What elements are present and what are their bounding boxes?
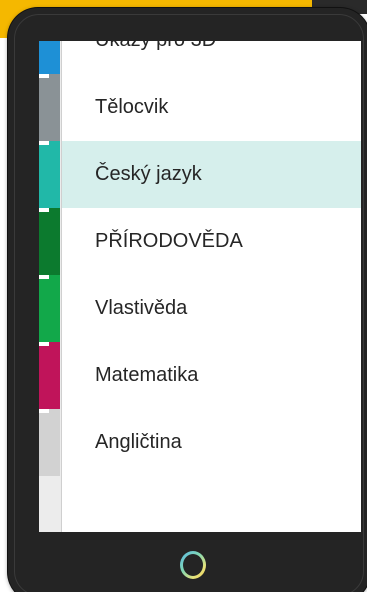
section-color-tab[interactable] xyxy=(39,208,60,275)
tab-notch xyxy=(39,409,49,413)
section-list: Úkazy pro 3DTělocvikČeský jazykPŘÍRODOVĚ… xyxy=(62,41,361,476)
tab-notch xyxy=(39,74,49,78)
section-item[interactable]: Český jazyk xyxy=(62,141,361,208)
section-item[interactable]: Úkazy pro 3D xyxy=(62,41,361,74)
tab-notch xyxy=(39,275,49,279)
section-tabs xyxy=(39,41,61,532)
home-button[interactable] xyxy=(180,551,206,579)
tab-notch xyxy=(39,342,49,346)
section-item[interactable]: Tělocvik xyxy=(62,74,361,141)
section-item[interactable]: Matematika xyxy=(62,342,361,409)
section-color-tab[interactable] xyxy=(39,409,60,476)
section-color-tab[interactable] xyxy=(39,141,60,208)
phone-screen: Úkazy pro 3DTělocvikČeský jazykPŘÍRODOVĚ… xyxy=(39,41,361,532)
tab-notch xyxy=(39,208,49,212)
section-color-tab[interactable] xyxy=(39,74,60,141)
section-item[interactable]: PŘÍRODOVĚDA xyxy=(62,208,361,275)
section-color-tab[interactable] xyxy=(39,275,60,342)
section-item[interactable]: Vlastivěda xyxy=(62,275,361,342)
section-item[interactable]: Angličtina xyxy=(62,409,361,476)
section-color-tab[interactable] xyxy=(39,41,60,74)
section-color-tab[interactable] xyxy=(39,342,60,409)
canvas: Úkazy pro 3DTělocvikČeský jazykPŘÍRODOVĚ… xyxy=(0,0,367,592)
tab-notch xyxy=(39,141,49,145)
phone-frame: Úkazy pro 3DTělocvikČeský jazykPŘÍRODOVĚ… xyxy=(8,8,367,592)
